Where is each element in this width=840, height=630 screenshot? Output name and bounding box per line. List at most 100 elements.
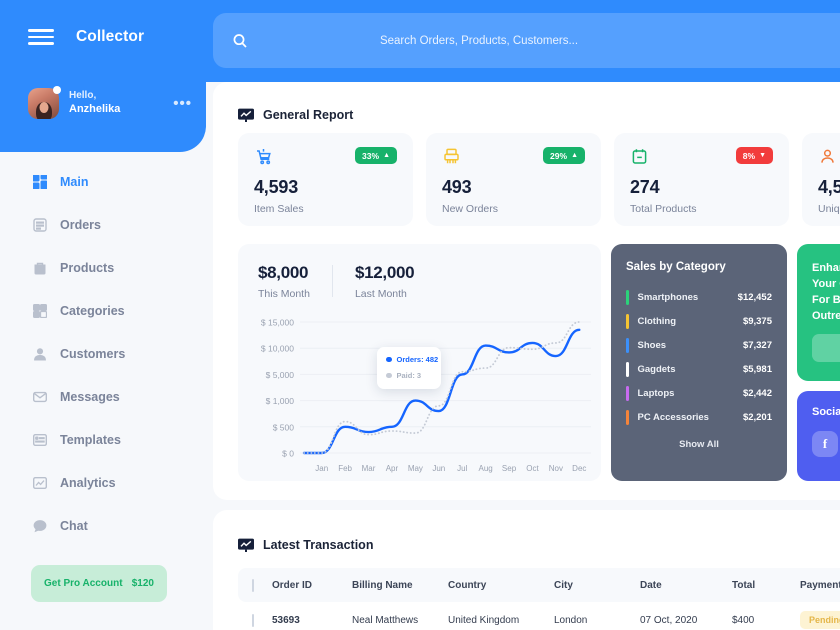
sidebar-item-messages[interactable]: Messages: [0, 375, 206, 418]
category-name: Clothing: [637, 315, 677, 327]
receipt-icon: [442, 147, 461, 166]
row-checkbox[interactable]: [252, 613, 254, 627]
pro-price: $120: [131, 578, 154, 589]
cell-total: $400: [732, 614, 755, 626]
select-all-cell[interactable]: [238, 578, 272, 592]
category-value: $2,442: [742, 387, 772, 399]
user-profile[interactable]: Hello, Anzhelika •••: [28, 86, 192, 119]
categories-icon: [31, 302, 48, 319]
promo-line: Your Co: [812, 277, 840, 290]
category-row[interactable]: PC Accessories $2,201: [626, 405, 772, 429]
sidebar-item-customers[interactable]: Customers: [0, 332, 206, 375]
hamburger-icon[interactable]: [28, 29, 54, 45]
stat-card-unique-visitors[interactable]: 4,593 Unique Visitors: [802, 133, 840, 226]
cell-order-id: 53693: [272, 614, 300, 626]
dashboard-app: Collector Hello, Anzhelika ••• Main Orde…: [0, 0, 840, 630]
transactions-table: Order ID Billing Name Country City Date …: [238, 568, 840, 630]
svg-text:Jan: Jan: [315, 464, 328, 473]
category-name: PC Accessories: [637, 411, 709, 423]
user-menu-icon[interactable]: •••: [173, 96, 192, 111]
cell-billing-name: Neal Matthews: [352, 614, 419, 626]
chart-this-month: $8,000 This Month: [258, 263, 310, 300]
get-pro-account-button[interactable]: Get Pro Account $120: [31, 565, 167, 602]
stat-label: Total Products: [630, 203, 697, 215]
promo-cta-button[interactable]: Get B: [812, 334, 840, 362]
category-value: $12,452: [737, 291, 772, 303]
cell-payment-status: Pending: [800, 611, 840, 629]
category-name: Laptops: [637, 387, 675, 399]
badge-value: 33%: [362, 150, 380, 161]
category-color-bar: [626, 385, 629, 401]
category-row[interactable]: Clothing $9,375: [626, 309, 772, 333]
column-header-payment-status: Payment Status: [800, 579, 840, 591]
sidebar-item-main[interactable]: Main: [0, 160, 206, 203]
svg-text:Feb: Feb: [338, 464, 352, 473]
promo-green-text: Enhance Your Co For Bet Outrea: [812, 261, 840, 325]
status-badge: 33% ▲: [355, 147, 397, 164]
show-all-link[interactable]: Show All: [626, 439, 772, 450]
category-value: $5,981: [742, 363, 772, 375]
template-icon: [31, 431, 48, 448]
cell-country: United Kingdom: [448, 614, 520, 626]
category-color-bar: [626, 409, 629, 425]
promo-card-social[interactable]: Social f: [797, 391, 840, 481]
column-header-country: Country: [448, 579, 487, 591]
stat-card-item-sales[interactable]: 33% ▲ 4,593 Item Sales: [238, 133, 413, 226]
select-all-checkbox[interactable]: [252, 578, 254, 592]
sidebar-item-orders[interactable]: Orders: [0, 203, 206, 246]
sales-by-category-card: Sales by Category Smartphones $12,452 Clot…: [611, 244, 787, 481]
paid-legend-dot: [386, 372, 392, 379]
status-badge: 29% ▲: [543, 147, 585, 164]
svg-text:Dec: Dec: [572, 464, 586, 473]
table-row[interactable]: 53693 Neal Matthews United Kingdom Londo…: [238, 602, 840, 630]
last-month-value: $12,000: [354, 263, 415, 282]
row-select-cell[interactable]: [238, 613, 272, 627]
svg-text:Jun: Jun: [432, 464, 445, 473]
category-row[interactable]: Shoes $7,327: [626, 333, 772, 357]
analytics-icon: [31, 474, 48, 491]
report-icon: [238, 108, 254, 122]
general-report-title-row: General Report: [238, 108, 353, 122]
stat-label: Unique Visitors: [818, 203, 840, 215]
category-name: Smartphones: [637, 291, 699, 303]
category-row[interactable]: Laptops $2,442: [626, 381, 772, 405]
stat-card-total-products[interactable]: 8% ▼ 274 Total Products: [614, 133, 789, 226]
sidebar-item-templates[interactable]: Templates: [0, 418, 206, 461]
category-name: Shoes: [637, 339, 667, 351]
section-title: Latest Transaction: [263, 538, 374, 552]
category-list: Smartphones $12,452 Clothing $9,375 Shoes $7,…: [626, 285, 772, 429]
chart-summary: $8,000 This Month $12,000 Last Month: [238, 244, 601, 300]
sales-chart-card: $8,000 This Month $12,000 Last Month $ 0…: [238, 244, 601, 481]
search-bar[interactable]: [213, 13, 840, 68]
user-greeting: Hello,: [69, 90, 97, 102]
user-name: Anzhelika: [69, 102, 121, 115]
sidebar-item-products[interactable]: Products: [0, 246, 206, 289]
svg-text:Nov: Nov: [549, 464, 563, 473]
last-month-label: Last Month: [354, 288, 407, 300]
tooltip-orders: Orders: 482: [396, 355, 439, 364]
stat-label: Item Sales: [254, 203, 304, 215]
promo-line: For Bet: [812, 293, 840, 306]
sidebar-item-chat[interactable]: Chat: [0, 504, 206, 547]
promo-purple-title: Social: [812, 406, 840, 418]
category-row[interactable]: Gagdets $5,981: [626, 357, 772, 381]
tooltip-paid: Paid: 3: [396, 371, 422, 380]
main-content: General Report 33%▲ 4,593 Item Sales: [206, 0, 840, 630]
sidebar-item-label: Orders: [60, 217, 101, 232]
stat-card-new-orders[interactable]: 29% ▲ 493 New Orders: [426, 133, 601, 226]
sidebar-item-categories[interactable]: Categories: [0, 289, 206, 332]
this-month-value: $8,000: [258, 263, 309, 282]
general-report-panel: General Report 33% ▲ 4,593 Item Sales 29…: [213, 82, 840, 500]
cell-city: London: [554, 614, 588, 626]
orders-legend-dot: [386, 356, 392, 363]
sidebar-item-analytics[interactable]: Analytics: [0, 461, 206, 504]
svg-text:$ 10,000: $ 10,000: [261, 344, 294, 354]
line-chart[interactable]: $ 0 $ 500 $ 1,000 $ 5,000 $ 10,000 $ 15,000 Ja…: [238, 314, 601, 481]
category-name: Gagdets: [637, 363, 676, 375]
category-row[interactable]: Smartphones $12,452: [626, 285, 772, 309]
column-header-total: Total: [732, 579, 756, 591]
cart-icon: [254, 147, 273, 166]
facebook-icon[interactable]: f: [812, 431, 838, 457]
search-input[interactable]: [248, 34, 840, 47]
promo-card-enhance[interactable]: Enhance Your Co For Bet Outrea Get B: [797, 244, 840, 381]
